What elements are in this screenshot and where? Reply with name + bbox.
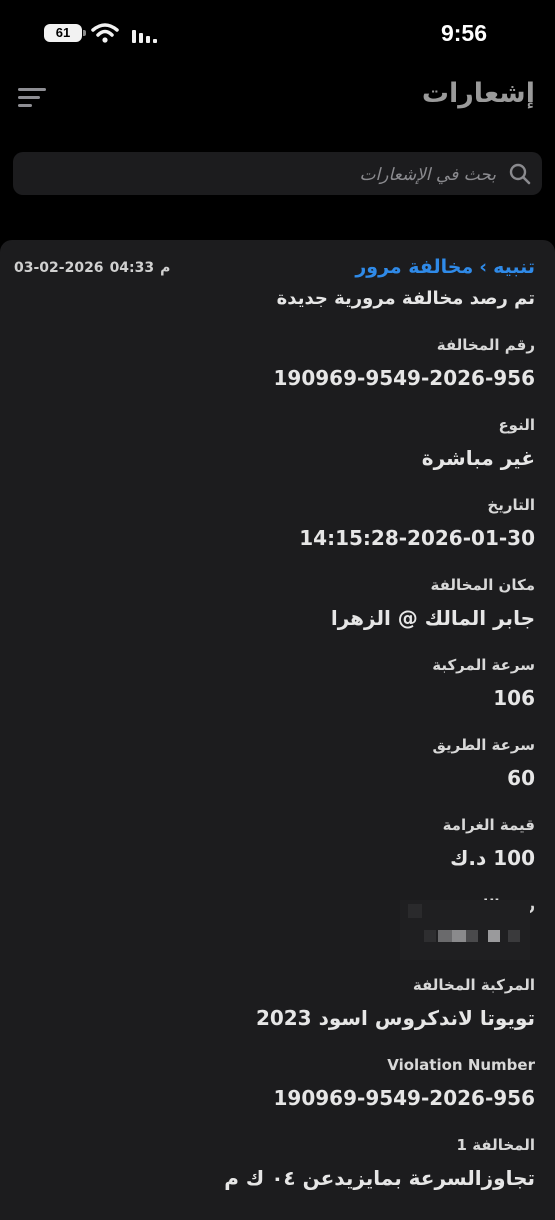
chevron-icon: › xyxy=(479,256,488,278)
notification-message: تم رصد مخالفة مرورية جديدة xyxy=(276,288,535,309)
field-value-violation-1: تجاوزالسرعة بمايزيدعن ٠٤ ك م xyxy=(224,1166,535,1190)
field-label-road-speed: سرعة الطريق xyxy=(432,736,535,754)
field-value-fine-amount: 100 د.ك xyxy=(450,846,535,870)
search-icon xyxy=(509,163,531,185)
field-value-road-speed: 60 xyxy=(507,766,535,790)
field-value-location: جابر المالك @ الزهرا xyxy=(330,606,535,630)
field-value-vehicle: تويوتا لاندكروس اسود 2023 xyxy=(255,1006,535,1030)
field-label-type: النوع xyxy=(498,416,535,434)
field-label-vehicle-speed: سرعة المركبة xyxy=(432,656,535,674)
wifi-icon xyxy=(91,23,119,43)
status-time: 9:56 xyxy=(440,20,487,46)
notification-timestamp: 03-02-2026 م 04:33 xyxy=(11,260,173,276)
notification-date: 03-02-2026 xyxy=(14,260,104,276)
field-value-vehicle-speed: 106 xyxy=(493,686,535,710)
field-label-date: التاريخ xyxy=(487,496,535,514)
field-label-violation-1: المخالفة 1 xyxy=(456,1136,535,1154)
field-value-date: 14:15:28-2026-01-30 xyxy=(299,526,535,550)
field-label-vehicle: المركبة المخالفة xyxy=(412,976,535,994)
notification-card[interactable]: تنبيه›مخالفة مرور 03-02-2026 م 04:33 تم رص… xyxy=(0,240,555,1220)
field-label-violation-number: رقم المخالفة xyxy=(436,336,535,354)
battery-indicator: 61 xyxy=(44,24,86,42)
field-value-violation-number-en: 190969-9549-2026-956 xyxy=(273,1086,535,1110)
field-label-violation-number-en: Violation Number xyxy=(387,1056,535,1074)
notification-meridiem: م xyxy=(160,260,171,276)
breadcrumb[interactable]: تنبيه›مخالفة مرور xyxy=(355,256,535,278)
search-bar[interactable] xyxy=(13,152,542,197)
field-label-location: مكان المخالفة xyxy=(430,576,535,594)
notification-header: تنبيه›مخالفة مرور 03-02-2026 م 04:33 xyxy=(0,256,555,284)
breadcrumb-category: تنبيه xyxy=(493,256,535,278)
search-input[interactable] xyxy=(54,152,498,197)
field-label-fine-amount: قيمة الغرامة xyxy=(442,816,535,834)
redacted-plate-mosaic xyxy=(400,900,530,960)
page-title: إشعارات xyxy=(421,78,535,109)
notification-time: 04:33 xyxy=(109,260,155,276)
cellular-signal-icon xyxy=(132,30,157,43)
field-value-type: غير مباشرة xyxy=(421,446,535,470)
status-bar: 61 9:56 xyxy=(0,0,555,66)
breadcrumb-type: مخالفة مرور xyxy=(355,256,474,278)
menu-icon[interactable] xyxy=(16,86,48,110)
field-value-violation-number: 190969-9549-2026-956 xyxy=(273,366,535,390)
